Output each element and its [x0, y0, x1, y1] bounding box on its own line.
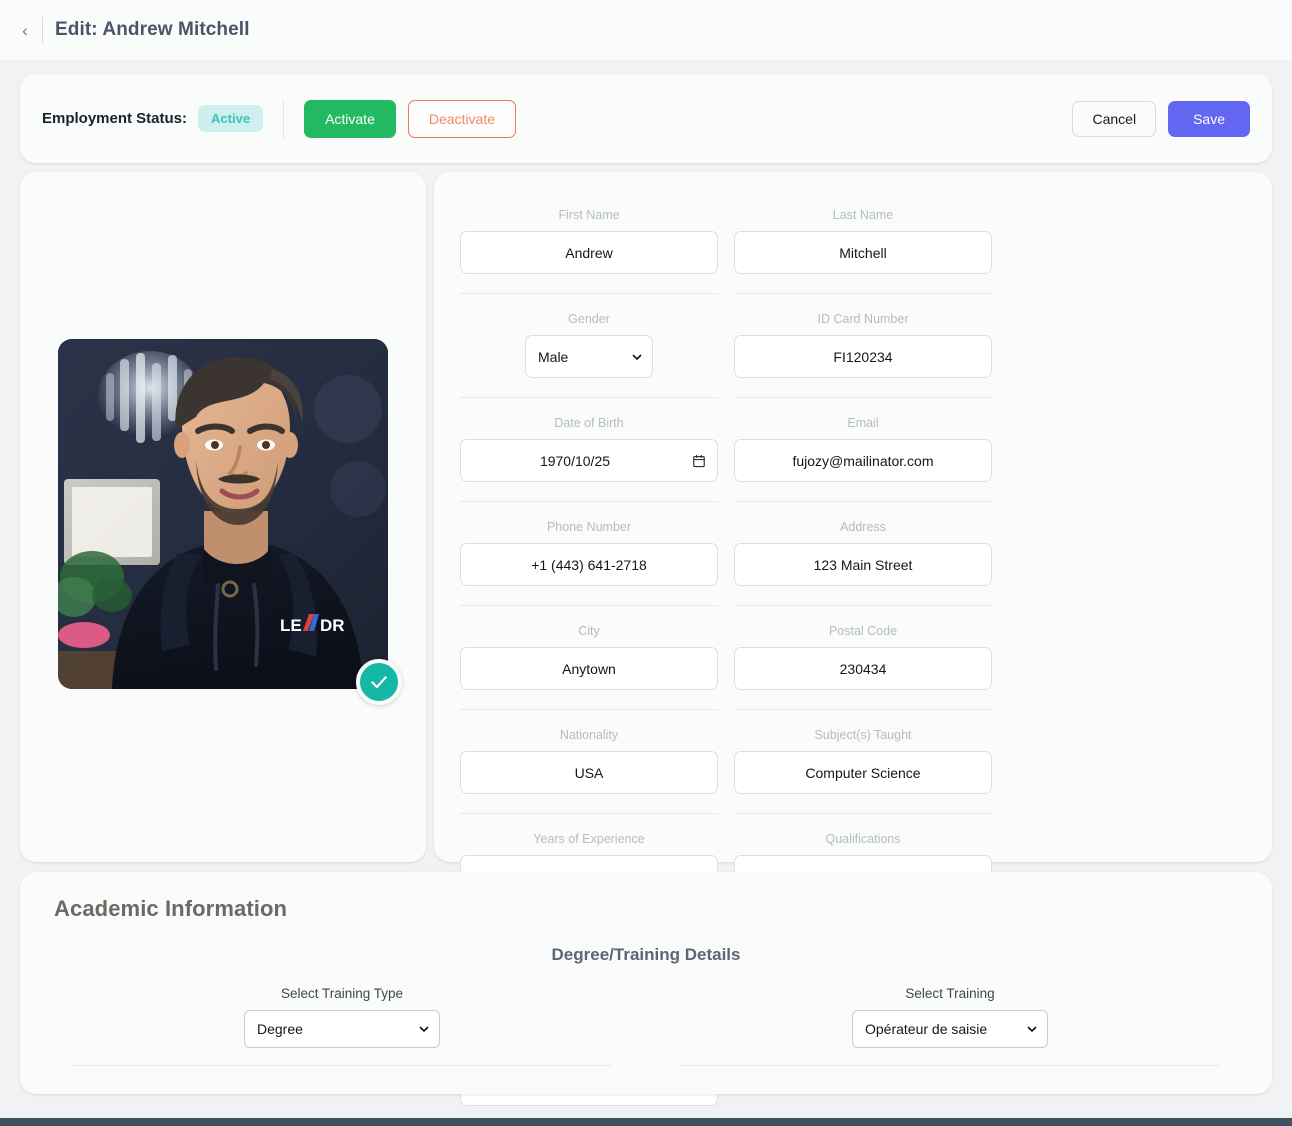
field-group-email: Email [726, 416, 1000, 502]
avatar-image: LE DR [58, 339, 388, 689]
activate-button[interactable]: Activate [304, 99, 396, 138]
employment-status-group: Employment Status: Active [42, 105, 264, 132]
date-of-birth-input[interactable] [460, 439, 718, 482]
field-group-last-name: Last Name [726, 208, 1000, 294]
cancel-button[interactable]: Cancel [1072, 100, 1157, 137]
email-input[interactable] [734, 439, 992, 482]
subject-s-taught-label: Subject(s) Taught [814, 728, 912, 742]
nationality-underline [460, 813, 718, 814]
status-badge: Active [198, 105, 264, 132]
academic-section-title: Academic Information [54, 896, 288, 921]
date-of-birth-input-wrapper [460, 439, 718, 482]
first-name-input-wrapper [460, 231, 718, 274]
id-card-number-input[interactable] [734, 335, 992, 378]
save-button[interactable]: Save [1168, 100, 1250, 137]
academic-form: Select Training Type DegreeTraining Sele… [38, 986, 1254, 1066]
training-label: Select Training [905, 986, 995, 1001]
years-of-experience-label: Years of Experience [533, 832, 645, 846]
employment-status-label: Employment Status: [42, 110, 188, 127]
last-name-input-wrapper [734, 231, 992, 274]
phone-number-underline [460, 605, 718, 606]
gender-select[interactable]: MaleFemale [525, 335, 653, 378]
phone-number-input-wrapper [460, 543, 718, 586]
first-name-input[interactable] [460, 231, 718, 274]
page-root: ‹ Edit: Andrew Mitchell Employment Statu… [0, 0, 1292, 1126]
qualifications-label: Qualifications [825, 832, 901, 846]
status-separator [283, 98, 285, 139]
first-name-underline [460, 293, 718, 294]
field-group-subject-s-taught: Subject(s) Taught [726, 728, 1000, 814]
training-group: Select Training Opérateur de saisie [646, 986, 1254, 1066]
training-type-label: Select Training Type [280, 986, 404, 1001]
email-input-wrapper [734, 439, 992, 482]
svg-text:DR: DR [320, 616, 345, 635]
form-actions: Cancel Save [1072, 100, 1250, 137]
date-of-birth-underline [460, 501, 718, 502]
training-type-underline [72, 1065, 612, 1066]
date-of-birth-label: Date of Birth [554, 416, 624, 430]
city-underline [460, 709, 718, 710]
academic-information-card: Academic Information Degree/Training Det… [20, 872, 1272, 1094]
profile-photo-card: LE DR [20, 172, 426, 862]
last-name-label: Last Name [832, 208, 894, 222]
page-title: Edit: Andrew Mitchell [55, 19, 250, 40]
address-input[interactable] [734, 543, 992, 586]
postal-code-label: Postal Code [828, 624, 898, 638]
gender-label: Gender [568, 312, 610, 326]
employment-status-bar: Employment Status: Active Activate Deact… [20, 74, 1272, 163]
phone-number-input[interactable] [460, 543, 718, 586]
phone-number-label: Phone Number [546, 520, 632, 534]
email-underline [734, 501, 992, 502]
nationality-input[interactable] [460, 751, 718, 794]
last-name-underline [734, 293, 992, 294]
id-card-number-underline [734, 397, 992, 398]
field-group-date-of-birth: Date of Birth [452, 416, 726, 502]
subject-s-taught-input-wrapper [734, 751, 992, 794]
chevron-left-icon[interactable]: ‹ [14, 15, 36, 45]
footer-bar [0, 1118, 1292, 1126]
nationality-input-wrapper [460, 751, 718, 794]
training-type-group: Select Training Type DegreeTraining [38, 986, 646, 1066]
city-label: City [578, 624, 600, 638]
training-type-select[interactable]: DegreeTraining [244, 1010, 440, 1048]
field-group-nationality: Nationality [452, 728, 726, 814]
gender-underline [460, 397, 718, 398]
subject-s-taught-underline [734, 813, 992, 814]
postal-code-input-wrapper [734, 647, 992, 690]
calendar-icon[interactable] [692, 454, 706, 468]
address-input-wrapper [734, 543, 992, 586]
field-group-phone-number: Phone Number [452, 520, 726, 606]
field-group-city: City [452, 624, 726, 710]
field-group-id-card-number: ID Card Number [726, 312, 1000, 398]
degree-training-subtitle: Degree/Training Details [551, 945, 741, 964]
deactivate-button[interactable]: Deactivate [407, 99, 517, 138]
first-name-label: First Name [558, 208, 620, 222]
field-group-gender: Gender MaleFemale [452, 312, 726, 398]
postal-code-underline [734, 709, 992, 710]
last-name-input[interactable] [734, 231, 992, 274]
check-circle-icon[interactable] [356, 659, 402, 705]
email-label: Email [847, 416, 879, 430]
avatar-wrapper: LE DR [58, 339, 402, 705]
nationality-label: Nationality [559, 728, 619, 742]
training-select[interactable]: Opérateur de saisie [852, 1010, 1048, 1048]
training-underline [680, 1065, 1220, 1066]
field-group-address: Address [726, 520, 1000, 606]
gender-select-wrapper: MaleFemale [460, 335, 718, 378]
field-group-postal-code: Postal Code [726, 624, 1000, 710]
address-underline [734, 605, 992, 606]
subject-s-taught-input[interactable] [734, 751, 992, 794]
postal-code-input[interactable] [734, 647, 992, 690]
address-label: Address [840, 520, 886, 534]
id-card-number-label: ID Card Number [817, 312, 909, 326]
header-divider [42, 17, 43, 43]
personal-info-card: First Name Last Name Gender MaleFemale ID Ca… [434, 172, 1272, 1126]
svg-text:LE: LE [280, 616, 302, 635]
top-header: ‹ Edit: Andrew Mitchell [0, 0, 1292, 60]
city-input[interactable] [460, 647, 718, 690]
field-group-first-name: First Name [452, 208, 726, 294]
id-card-number-input-wrapper [734, 335, 992, 378]
city-input-wrapper [460, 647, 718, 690]
avatar[interactable]: LE DR [58, 339, 388, 689]
